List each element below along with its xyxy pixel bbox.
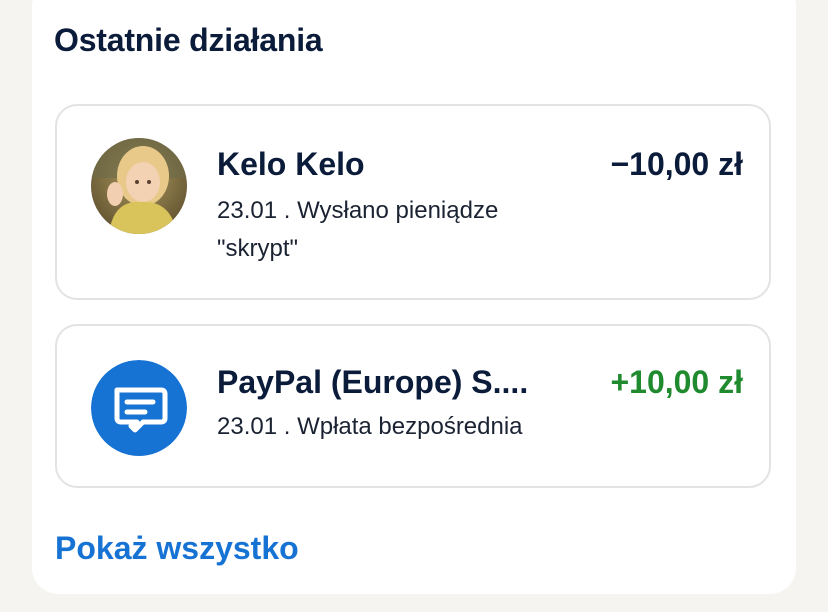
merchant-name: PayPal (Europe) S....: [217, 364, 529, 400]
bank-transfer-icon: [91, 360, 187, 456]
contact-avatar: [91, 138, 187, 234]
activity-item[interactable]: PayPal (Europe) S.... +10,00 zł 23.01 . …: [55, 324, 771, 488]
transaction-description: 23.01 . Wpłata bezpośrednia: [217, 413, 523, 440]
show-all-link[interactable]: Pokaż wszystko: [55, 530, 299, 567]
contact-name: Kelo Kelo: [217, 146, 365, 182]
transaction-amount: +10,00 zł: [610, 364, 743, 400]
activity-item[interactable]: Kelo Kelo −10,00 zł 23.01 . Wysłano pien…: [55, 104, 771, 300]
transaction-description: 23.01 . Wysłano pieniądze "skrypt": [217, 197, 499, 262]
section-title: Ostatnie działania: [54, 22, 323, 58]
transaction-amount: −10,00 zł: [610, 146, 743, 182]
